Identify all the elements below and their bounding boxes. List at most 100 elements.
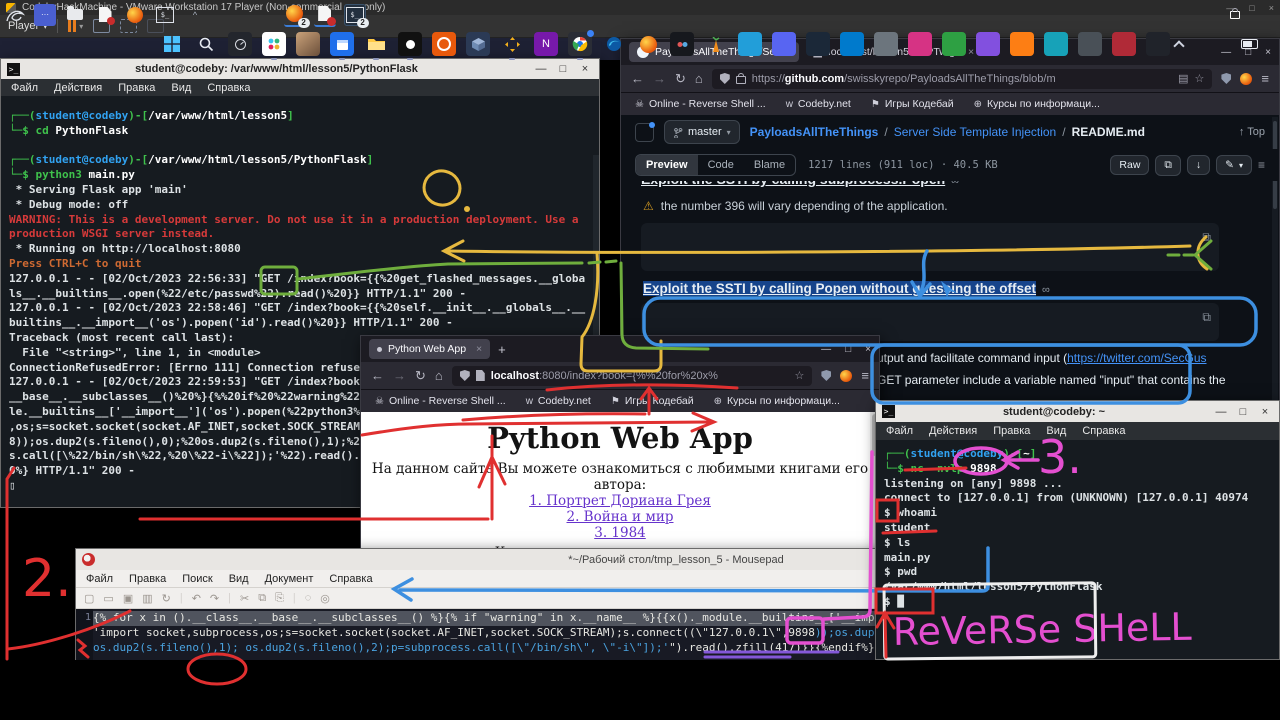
bookmark-item[interactable]: ⊕ Курсы по информаци... <box>714 395 840 407</box>
files-app-icon[interactable]: ··· <box>34 4 56 26</box>
home-icon[interactable]: ⌂ <box>435 368 443 383</box>
taskbar-app-icon[interactable] <box>738 32 762 56</box>
menu-item[interactable]: Вид <box>229 573 249 585</box>
menu-item[interactable]: Действия <box>54 82 102 94</box>
menu-item[interactable]: Справка <box>207 82 250 94</box>
virtualbox-icon[interactable] <box>466 32 490 56</box>
firefox-account-icon[interactable] <box>1240 73 1252 85</box>
search-replace-icon[interactable]: ◎ <box>320 592 330 605</box>
book-link-3[interactable]: 3. 1984 <box>361 525 879 541</box>
hamburger-menu-icon[interactable]: ≡ <box>1261 71 1269 86</box>
taskbar-app-icon[interactable] <box>976 32 1000 56</box>
folder-icon[interactable] <box>64 4 86 26</box>
save-as-icon[interactable]: ▥ <box>142 592 152 605</box>
terminal-output[interactable]: ┌──(student@codeby)-[~]└─$ nc -nvlp 9898… <box>876 440 1279 659</box>
taskbar-mousepad-running[interactable] <box>314 3 336 27</box>
branch-selector-button[interactable]: master ▾ <box>664 120 740 144</box>
back-icon[interactable]: ← <box>631 71 644 86</box>
reload-icon[interactable]: ↻ <box>162 592 171 605</box>
tab-code[interactable]: Code <box>698 155 744 175</box>
tracking-shield-icon[interactable] <box>460 370 470 381</box>
book-link-2[interactable]: 2. Война и мир <box>361 509 879 525</box>
menu-item[interactable]: Файл <box>886 425 913 437</box>
menu-item[interactable]: Правка <box>118 82 155 94</box>
taskbar-app-icon[interactable] <box>772 32 796 56</box>
close-icon[interactable]: × <box>577 63 593 75</box>
menu-item[interactable]: Действия <box>929 425 977 437</box>
code-block-subprocess[interactable]: ⧉ {{''.__class__.mro()[1].__subclasses__… <box>641 223 1219 271</box>
taskbar-app-icon[interactable] <box>432 32 456 56</box>
maximize-icon[interactable]: □ <box>1235 406 1251 418</box>
terminal-titlebar[interactable]: >_ student@codeby: ~ — □ × <box>876 401 1279 422</box>
taskbar-app-icon[interactable] <box>670 32 694 56</box>
search-icon[interactable]: ◌ <box>305 592 312 604</box>
forward-icon[interactable]: → <box>393 368 406 383</box>
url-bar[interactable]: localhost:8080/index?book={%%20for%20x% … <box>452 366 813 386</box>
terminal-launcher-icon[interactable]: $_ <box>154 4 176 26</box>
back-icon[interactable]: ← <box>371 368 384 383</box>
bookmark-item[interactable]: ⚑ Игры Кодебай <box>871 98 954 110</box>
calendar-app-icon[interactable] <box>330 32 354 56</box>
bookmark-item[interactable]: w Codeby.net <box>786 98 851 110</box>
back-to-top-link[interactable]: ↑ Top <box>1239 126 1265 138</box>
anchor-link-icon[interactable]: ∞ <box>1042 284 1050 296</box>
taskbar-app-icon[interactable] <box>942 32 966 56</box>
taskbar-app-icon[interactable] <box>1044 32 1068 56</box>
vmware-workstation-icon[interactable] <box>500 32 524 56</box>
terminal-titlebar[interactable]: >_ student@codeby: /var/www/html/lesson5… <box>1 59 599 79</box>
menu-item[interactable]: Файл <box>11 82 38 94</box>
paste-icon[interactable]: ⎘ <box>275 592 284 605</box>
raw-button[interactable]: Raw <box>1110 155 1149 175</box>
download-icon[interactable]: ↓ <box>1187 155 1210 175</box>
bookmark-item[interactable]: ☠ Online - Reverse Shell ... <box>635 98 766 110</box>
taskbar-app-icon[interactable] <box>874 32 898 56</box>
reader-mode-icon[interactable]: ▤ <box>1178 72 1188 85</box>
taskbar-firefox-running[interactable]: 2 <box>284 3 306 27</box>
tab-blame[interactable]: Blame <box>744 155 795 175</box>
taskbar-app-icon[interactable] <box>1078 32 1102 56</box>
copy-code-icon[interactable]: ⧉ <box>1202 309 1211 325</box>
chrome-icon[interactable] <box>568 32 592 56</box>
outline-icon[interactable]: ≡ <box>1258 158 1265 172</box>
taskbar-app-icon[interactable] <box>262 32 286 56</box>
bookmark-star-icon[interactable]: ☆ <box>1195 72 1205 85</box>
url-bar[interactable]: https://github.com/swisskyrepo/PayloadsA… <box>712 69 1213 89</box>
book-link-1[interactable]: 1. Портрет Дориана Грея <box>361 493 879 509</box>
reload-icon[interactable]: ↻ <box>415 368 426 384</box>
open-icon[interactable]: ▭ <box>103 592 113 605</box>
reload-icon[interactable]: ↻ <box>675 71 686 87</box>
menu-item[interactable]: Вид <box>171 82 191 94</box>
search-icon[interactable] <box>194 32 218 56</box>
firefox-launcher-icon[interactable] <box>124 4 146 26</box>
new-file-icon[interactable]: ▢ <box>84 592 94 605</box>
breadcrumb-repo[interactable]: PayloadsAllTheThings <box>750 125 879 139</box>
onenote-icon[interactable]: N <box>534 32 558 56</box>
taskbar-app-icon[interactable] <box>1112 32 1136 56</box>
menu-item[interactable]: Файл <box>86 573 113 585</box>
menu-item[interactable]: Правка <box>129 573 166 585</box>
menu-item[interactable]: Вид <box>1046 425 1066 437</box>
maximize-icon[interactable]: □ <box>555 63 571 75</box>
mousepad-launcher-icon[interactable] <box>94 4 116 26</box>
close-icon[interactable]: × <box>1257 406 1273 418</box>
maximize-icon[interactable]: □ <box>845 344 851 355</box>
hamburger-menu-icon[interactable]: ≡ <box>861 368 869 383</box>
firefox-account-icon[interactable] <box>840 370 852 382</box>
panel-expand-icon[interactable]: ^ <box>184 4 206 26</box>
tab-python-web-app[interactable]: Python Web App × <box>369 339 490 359</box>
battery-icon[interactable] <box>1241 39 1258 49</box>
taskbar-app-icon[interactable] <box>398 32 422 56</box>
extension-shield-icon[interactable] <box>821 370 831 381</box>
readme-heading-popen-offset[interactable]: Exploit the SSTI by calling Popen withou… <box>643 281 1050 296</box>
bookmark-item[interactable]: ☠ Online - Reverse Shell ... <box>375 395 506 407</box>
copy-icon[interactable]: ⧉ <box>258 592 266 605</box>
bookmark-item[interactable]: w Codeby.net <box>526 395 591 407</box>
cut-icon[interactable]: ✂ <box>240 592 249 605</box>
kali-menu-icon[interactable] <box>4 4 26 26</box>
taskbar-app-icon[interactable] <box>228 32 252 56</box>
taskbar-app-icon[interactable] <box>908 32 932 56</box>
taskbar-app-icon[interactable] <box>704 32 728 56</box>
menu-item[interactable]: Правка <box>993 425 1030 437</box>
taskbar-app-icon[interactable] <box>1146 32 1170 56</box>
maximize-icon[interactable]: □ <box>1249 3 1254 13</box>
